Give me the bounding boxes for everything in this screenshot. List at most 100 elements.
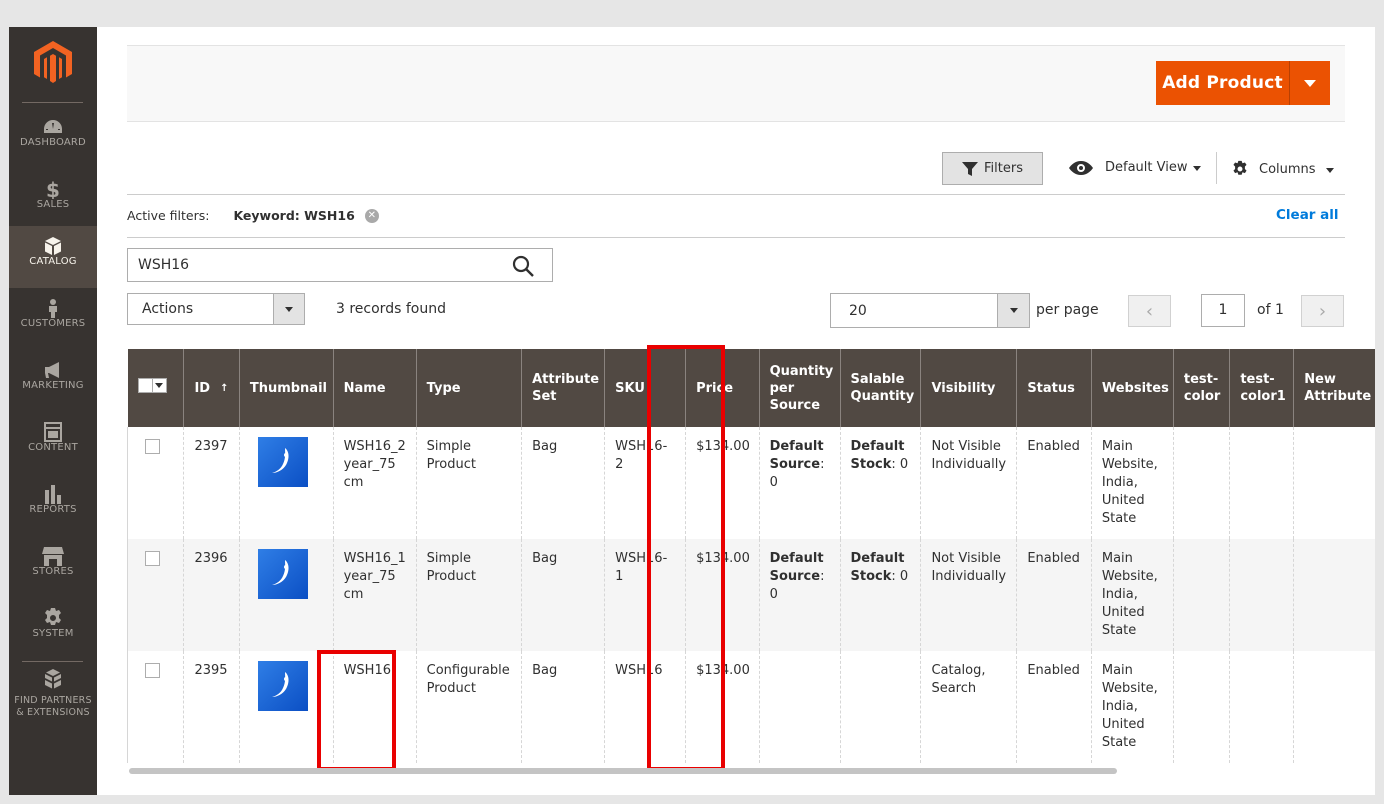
cell-visibility: Not Visible Individually xyxy=(920,427,1017,539)
nav-reports[interactable]: REPORTS xyxy=(9,474,97,536)
row-checkbox[interactable] xyxy=(145,551,160,566)
product-thumbnail[interactable] xyxy=(257,437,308,487)
remove-filter-icon[interactable]: ✕ xyxy=(364,208,379,223)
cell-type: Simple Product xyxy=(415,539,522,651)
product-thumbnail[interactable] xyxy=(257,661,308,711)
name-line-1: WSH16_2 xyxy=(343,439,406,454)
mass-select-control[interactable] xyxy=(137,378,167,393)
thumbnail-header-label: Thumbnail xyxy=(249,380,327,396)
keyword-search-input[interactable]: WSH16 xyxy=(127,248,553,282)
column-header-test-color1[interactable]: test-color1 xyxy=(1229,349,1294,427)
sq-header-label-1: Salable xyxy=(850,372,905,387)
column-header-id[interactable]: ID ↑ xyxy=(183,349,240,427)
caret-down-icon xyxy=(1193,166,1202,171)
product-logo-icon xyxy=(271,672,289,697)
mass-select-header[interactable] xyxy=(127,349,184,427)
column-header-quantity-per-source: Quantity per Source xyxy=(758,349,841,427)
store-icon xyxy=(42,547,64,566)
column-header-name[interactable]: Name xyxy=(332,349,417,427)
cell-websites: Main Website, India, United State xyxy=(1090,539,1174,651)
next-page-button[interactable]: › xyxy=(1301,295,1344,327)
nav-catalog-label: CATALOG xyxy=(29,256,77,267)
funnel-icon xyxy=(962,161,979,176)
nav-system-label: SYSTEM xyxy=(32,628,74,639)
nav-marketing-label: MARKETING xyxy=(22,380,84,391)
name-line-2: year_75 xyxy=(343,569,396,584)
columns-label: Columns xyxy=(1259,161,1316,177)
cell-new-attribute xyxy=(1293,539,1375,651)
nav-customers-label: CUSTOMERS xyxy=(20,318,86,329)
nav-marketing[interactable]: MARKETING xyxy=(9,350,97,412)
previous-page-button[interactable]: ‹ xyxy=(1128,295,1171,327)
nav-content[interactable]: CONTENT xyxy=(9,412,97,474)
active-filters-label: Active filters: xyxy=(127,208,210,223)
web-line-2: Website, xyxy=(1101,569,1158,584)
per-page-select[interactable]: 20 xyxy=(830,293,1030,328)
product-logo-icon xyxy=(271,560,289,585)
search-icon[interactable] xyxy=(512,255,534,277)
box-icon xyxy=(45,237,61,255)
cell-name: WSH16_1 year_75 cm xyxy=(332,539,417,651)
cell-websites: Main Website, India, United State xyxy=(1090,651,1174,763)
table-row[interactable]: 2397 WSH16_2 year_75 cm Simple Product Bag … xyxy=(126,427,1375,539)
sidebar-divider xyxy=(22,102,83,103)
nav-find-partners[interactable]: FIND PARTNERS & EXTENSIONS xyxy=(9,663,97,731)
dollar-icon: $ xyxy=(46,178,60,202)
row-checkbox[interactable] xyxy=(145,663,160,678)
caret-down-icon xyxy=(1325,167,1334,173)
attr-header-label-2: Set xyxy=(532,389,557,404)
nav-system[interactable]: SYSTEM xyxy=(9,598,97,660)
add-product-button[interactable]: Add Product xyxy=(1156,61,1330,105)
column-header-status[interactable]: Status xyxy=(1016,349,1092,427)
nav-dashboard[interactable]: DASHBOARD xyxy=(9,107,97,169)
filters-label: Filters xyxy=(984,161,1023,176)
na-header-label-1: New xyxy=(1304,372,1336,387)
nav-stores[interactable]: STORES xyxy=(9,536,97,598)
add-product-dropdown-toggle[interactable] xyxy=(1289,61,1330,105)
cell-name: WSH16_2 year_75 cm xyxy=(332,427,417,539)
type-header-label: Type xyxy=(426,380,461,396)
actions-dropdown[interactable]: Actions xyxy=(127,293,305,325)
nav-catalog[interactable]: CATALOG xyxy=(9,226,97,288)
column-header-websites[interactable]: Websites xyxy=(1090,349,1174,427)
table-row[interactable]: 2395 WSH16 Configurable Product Bag WSH16… xyxy=(126,651,1375,763)
column-header-new-attribute[interactable]: New Attribute xyxy=(1293,349,1375,427)
sq-stock-1: Default xyxy=(850,439,905,454)
per-page-value: 20 xyxy=(849,303,867,319)
name-header-label: Name xyxy=(343,380,386,396)
web-line-4: United xyxy=(1101,493,1145,508)
configurable-name-highlight xyxy=(317,650,396,771)
horizontal-scrollbar[interactable] xyxy=(129,768,1117,774)
column-header-type[interactable]: Type xyxy=(415,349,522,427)
mass-select-dropdown[interactable] xyxy=(152,378,167,393)
row-checkbox[interactable] xyxy=(145,439,160,454)
active-filters: Active filters: Keyword: WSH16 ✕ xyxy=(127,208,379,223)
columns-selector[interactable]: Columns xyxy=(1231,160,1334,178)
name-line-3: cm xyxy=(343,475,364,490)
view-selector[interactable]: Default View xyxy=(1069,160,1202,175)
page-number-input[interactable]: 1 xyxy=(1201,294,1245,327)
cell-test-color1 xyxy=(1229,539,1294,651)
column-header-test-color[interactable]: test-color xyxy=(1172,349,1230,427)
product-thumbnail[interactable] xyxy=(257,549,308,599)
filters-button[interactable]: Filters xyxy=(942,152,1043,185)
table-row[interactable]: 2396 WSH16_1 year_75 cm Simple Product Bag … xyxy=(126,539,1375,651)
qps-source-1: Default xyxy=(769,439,824,454)
nav-sales[interactable]: $ SALES xyxy=(9,169,97,231)
select-all-checkbox[interactable] xyxy=(137,378,153,393)
vis-line-1: Not Visible xyxy=(931,551,1001,566)
tc1-header-label-1: test- xyxy=(1240,372,1275,387)
search-value: WSH16 xyxy=(138,257,190,273)
cell-salable-quantity: Default Stock: 0 xyxy=(839,427,921,539)
actions-dropdown-toggle[interactable] xyxy=(273,294,304,324)
nav-customers[interactable]: CUSTOMERS xyxy=(9,288,97,350)
clear-all-link[interactable]: Clear all xyxy=(1276,207,1339,223)
magento-logo-icon[interactable] xyxy=(34,41,72,85)
cell-new-attribute xyxy=(1293,427,1375,539)
column-header-attribute-set[interactable]: Attribute Set xyxy=(521,349,605,427)
content-icon xyxy=(44,422,62,442)
per-page-toggle[interactable] xyxy=(997,294,1029,327)
column-header-visibility[interactable]: Visibility xyxy=(920,349,1017,427)
vis-line-2: Search xyxy=(931,681,977,696)
add-product-label[interactable]: Add Product xyxy=(1156,73,1289,93)
